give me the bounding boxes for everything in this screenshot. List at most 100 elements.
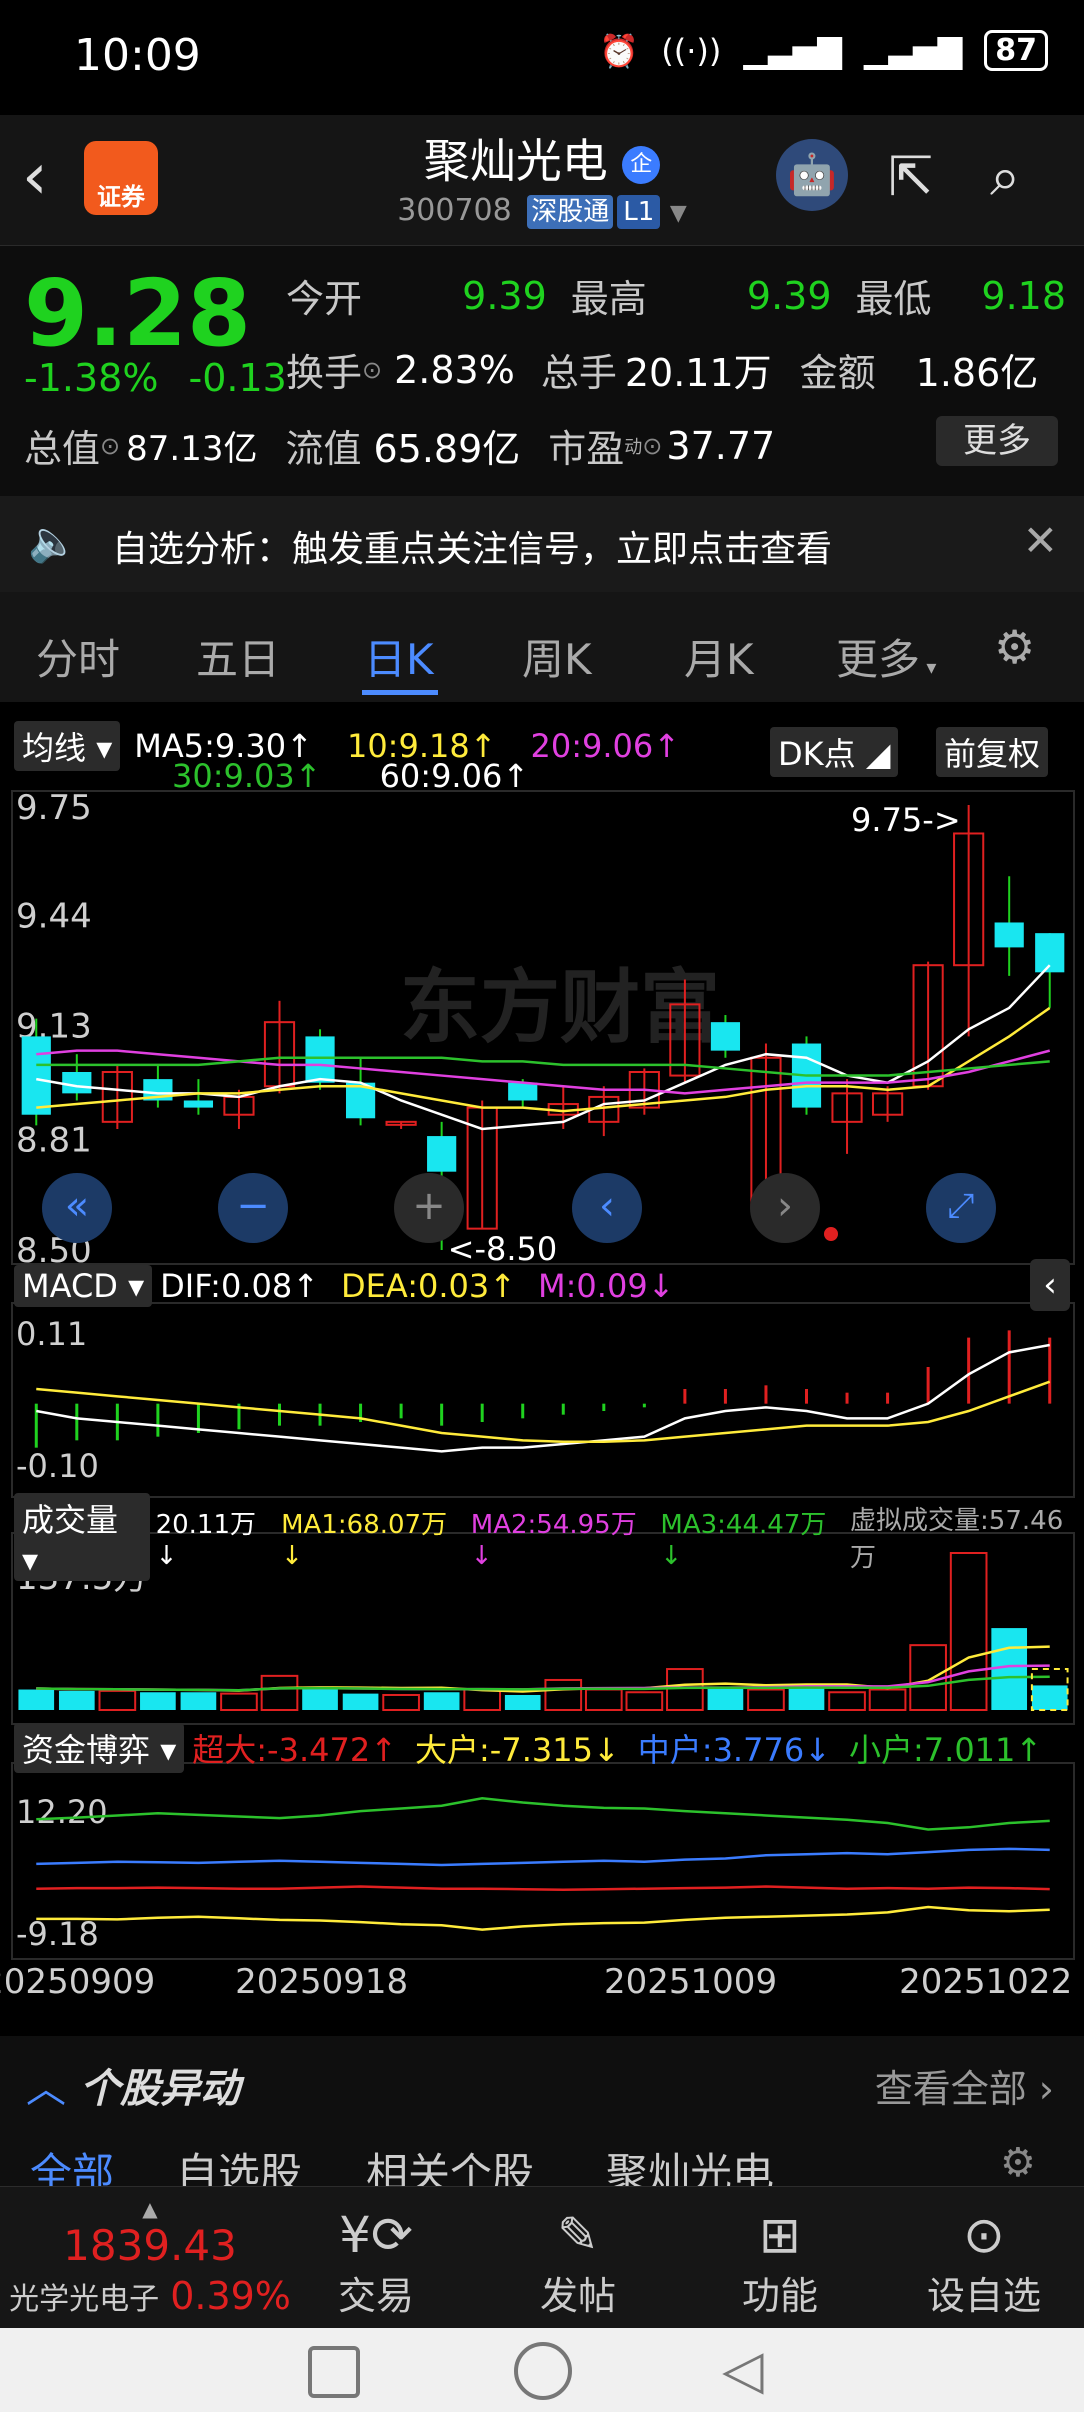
- rewind-icon[interactable]: «: [42, 1173, 112, 1243]
- grid-icon: ⊞: [759, 2206, 801, 2264]
- nav-add-label: 设自选: [926, 2274, 1041, 2318]
- nav-trade[interactable]: ¥⟳ 交易: [296, 2205, 456, 2320]
- robot-assistant-icon[interactable]: 🤖: [776, 139, 848, 211]
- amount-value: 1.86亿: [915, 351, 1039, 395]
- fund-mid: 中户:3.776↓: [637, 1731, 831, 1769]
- candle-body: [710, 1022, 741, 1051]
- sector-index[interactable]: ▲ 1839.43 光学光电子 0.39%: [0, 2197, 300, 2318]
- open-label: 今开: [286, 277, 363, 321]
- tab-more-label: 更多: [836, 635, 921, 684]
- vol-ma2: MA2:54.95万↓: [470, 1509, 637, 1571]
- mktcap-label: 总值: [24, 427, 101, 471]
- volume-bar: [423, 1692, 460, 1710]
- fund-chip-label: 资金博弈: [22, 1731, 151, 1769]
- section-tab-related[interactable]: 相关个股: [366, 2140, 534, 2186]
- volume-bar: [382, 1693, 420, 1711]
- analysis-banner[interactable]: 🔈 自选分析：触发重点关注信号，立即点击查看 ✕: [0, 496, 1084, 592]
- tab-intraday[interactable]: 分时: [36, 626, 120, 687]
- kline-chart-area[interactable]: 均线 ▾ MA5:9.30↑ 10:9.18↑ 20:9.06↑ 30:9.03…: [0, 705, 1084, 2035]
- quote-row-1: 今开 9.39 最高 9.39 最低 9.18: [286, 268, 1066, 323]
- ma-line-ma30: [36, 1056, 1050, 1077]
- nav-add-watchlist[interactable]: ⊙ 设自选: [904, 2205, 1064, 2320]
- change-pct: -1.38%: [24, 356, 159, 400]
- period-tabs: 分时 五日 日K 周K 月K 更多 ▾ ⚙: [0, 592, 1084, 702]
- pe-value: 37.77: [666, 423, 776, 468]
- settings-gear-icon[interactable]: ⚙: [994, 620, 1035, 674]
- stock-name: 聚灿光电: [423, 134, 608, 188]
- kline-chart[interactable]: 东方财富9.759.449.138.818.509.75-><-8.500.11…: [0, 705, 1084, 2035]
- move-left-icon[interactable]: ‹: [572, 1173, 642, 1243]
- index-value: 1839.43: [63, 2221, 237, 2270]
- nav-post[interactable]: ✎ 发帖: [498, 2205, 658, 2320]
- speaker-icon: 🔈: [28, 519, 78, 565]
- dropdown-icon[interactable]: ▼: [670, 201, 687, 226]
- info-icon[interactable]: ⊙: [100, 432, 120, 460]
- close-icon[interactable]: ✕: [1023, 516, 1058, 565]
- collapse-icon[interactable]: ︿: [26, 2056, 66, 2114]
- fullscreen-icon[interactable]: ⤢: [926, 1173, 996, 1243]
- price-change: -1.38% -0.13: [24, 356, 287, 400]
- quote-panel: 9.28 -1.38% -0.13 今开 9.39 最高 9.39 最低 9.1…: [0, 246, 1084, 496]
- volume-bar: [788, 1685, 825, 1710]
- price-tick-label: 9.75: [16, 788, 92, 828]
- pe-label: 市盈: [548, 427, 625, 471]
- volume-bar: [180, 1692, 217, 1710]
- tab-five-day[interactable]: 五日: [196, 626, 280, 687]
- edit-icon: ✎: [557, 2206, 599, 2264]
- search-icon[interactable]: ⌕: [990, 145, 1020, 209]
- fund-line-mid: [36, 1847, 1050, 1867]
- max-price-label: 9.75->: [851, 801, 961, 839]
- more-dots-icon: ⊙: [963, 2206, 1005, 2264]
- tab-weekly-k[interactable]: 周K: [522, 626, 592, 687]
- section-tab-all[interactable]: 全部: [30, 2140, 114, 2186]
- tab-more[interactable]: 更多 ▾: [836, 626, 936, 687]
- move-right-icon[interactable]: ›: [750, 1173, 820, 1243]
- date-tick-label: 20251009: [604, 1962, 777, 2002]
- nav-trade-label: 交易: [337, 2274, 414, 2318]
- ma-line-ma20: [36, 1049, 1051, 1095]
- panel-frame: [11, 1762, 1075, 1960]
- macd-dea-line: [36, 1380, 1051, 1444]
- status-time: 10:09: [74, 30, 201, 81]
- vol-chip-label: 成交量: [22, 1501, 119, 1539]
- nav-functions[interactable]: ⊞ 功能: [700, 2205, 860, 2320]
- section-tab-stock[interactable]: 聚灿光电: [606, 2140, 774, 2186]
- back-nav-icon[interactable]: ◁: [722, 2338, 764, 2401]
- volume-bar: [98, 1689, 137, 1712]
- tab-monthly-k[interactable]: 月K: [684, 626, 754, 687]
- banner-text[interactable]: 自选分析：触发重点关注信号，立即点击查看: [112, 520, 832, 572]
- alarm-icon: ⏰: [599, 31, 640, 70]
- index-pct: 0.39%: [170, 2274, 291, 2318]
- info-icon[interactable]: ⊙: [642, 432, 662, 460]
- zoom-in-icon[interactable]: +: [394, 1173, 464, 1243]
- zoom-out-icon[interactable]: −: [218, 1173, 288, 1243]
- view-all-link[interactable]: 查看全部 ›: [875, 2058, 1054, 2113]
- mktcap-value: 87.13亿: [126, 429, 258, 469]
- recent-apps-icon[interactable]: [308, 2346, 360, 2398]
- nav-post-label: 发帖: [539, 2274, 616, 2318]
- volume-bar: [18, 1689, 55, 1710]
- macd-tick-label: -0.10: [16, 1447, 99, 1485]
- fund-selector[interactable]: 资金博弈 ▾: [14, 1723, 185, 1773]
- volume-selector[interactable]: 成交量 ▾: [14, 1493, 150, 1581]
- float-value: 65.89亿: [373, 427, 521, 471]
- volume-label: 总手: [540, 351, 617, 395]
- float-label: 流值: [285, 427, 362, 471]
- price-tick-label: 8.81: [16, 1121, 92, 1161]
- current-price: 9.28: [24, 260, 251, 367]
- section-settings-icon[interactable]: ⚙: [1000, 2140, 1036, 2186]
- stock-header: ‹ 证券 聚灿光电 企 300708 深股通 L1 ▼ 🤖 ⇱ ⌕: [0, 115, 1084, 246]
- macd-selector[interactable]: MACD ▾: [14, 1265, 153, 1307]
- status-icons: ⏰ ((·)) ▁▃▅▇ ▁▃▅▇ 87: [599, 30, 1048, 71]
- more-button[interactable]: 更多: [936, 416, 1058, 466]
- home-icon[interactable]: [514, 2342, 572, 2400]
- volume-bar: [584, 1688, 623, 1711]
- candle-body: [994, 922, 1024, 948]
- info-icon[interactable]: ⊙: [362, 356, 382, 384]
- share-icon[interactable]: ⇱: [888, 145, 933, 208]
- section-tab-watchlist[interactable]: 自选股: [176, 2140, 302, 2186]
- tab-daily-k[interactable]: 日K: [364, 626, 434, 687]
- volume-bar: [544, 1678, 583, 1711]
- view-all-label: 查看全部: [874, 2067, 1027, 2111]
- collapse-panel-icon[interactable]: ‹: [1030, 1259, 1070, 1311]
